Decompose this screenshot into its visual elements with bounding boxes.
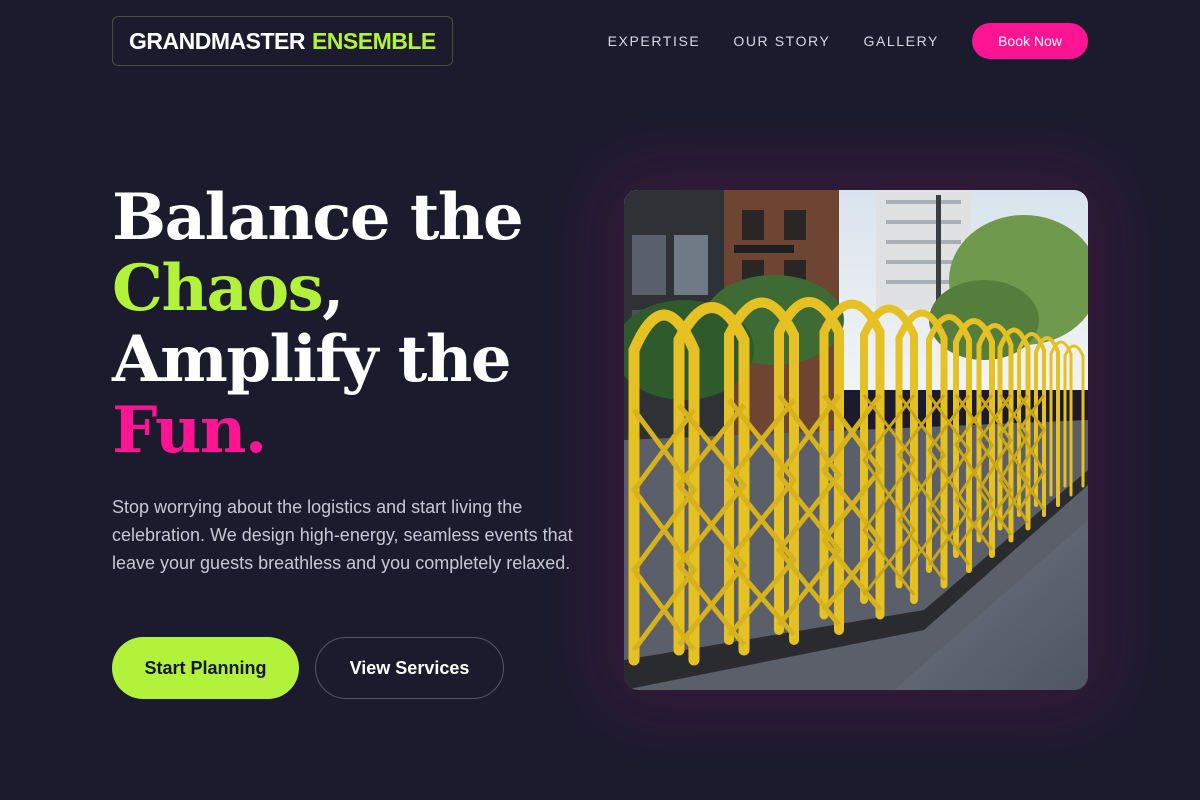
brand-name-part1: GRANDMASTER: [129, 27, 305, 54]
hero-headline: Balance the Chaos, Amplify the Fun.: [112, 182, 592, 466]
view-services-button[interactable]: View Services: [315, 637, 504, 699]
yellow-barriers-photo: [624, 190, 1088, 690]
headline-comma: ,: [322, 251, 344, 326]
nav-link-gallery[interactable]: GALLERY: [863, 33, 939, 49]
main-nav: EXPERTISE OUR STORY GALLERY Book Now: [608, 23, 1088, 59]
start-planning-button[interactable]: Start Planning: [112, 637, 299, 699]
headline-line-3: Amplify the: [112, 322, 512, 397]
headline-word-chaos: Chaos: [112, 251, 324, 326]
hero-photo: [624, 190, 1088, 690]
book-now-button[interactable]: Book Now: [972, 23, 1088, 59]
headline-word-fun: Fun: [112, 393, 246, 468]
brand-logo[interactable]: GRANDMASTER ENSEMBLE: [112, 16, 453, 66]
nav-link-expertise[interactable]: EXPERTISE: [608, 33, 701, 49]
hero-subtext: Stop worrying about the logistics and st…: [112, 497, 573, 573]
landing-page: GRANDMASTER ENSEMBLE EXPERTISE OUR STORY…: [0, 0, 1200, 800]
nav-link-our-story[interactable]: OUR STORY: [733, 33, 830, 49]
brand-name-part2: ENSEMBLE: [311, 27, 436, 54]
site-header: GRANDMASTER ENSEMBLE EXPERTISE OUR STORY…: [112, 16, 1088, 66]
headline-period: .: [244, 393, 267, 468]
headline-line-1: Balance the: [112, 180, 524, 255]
